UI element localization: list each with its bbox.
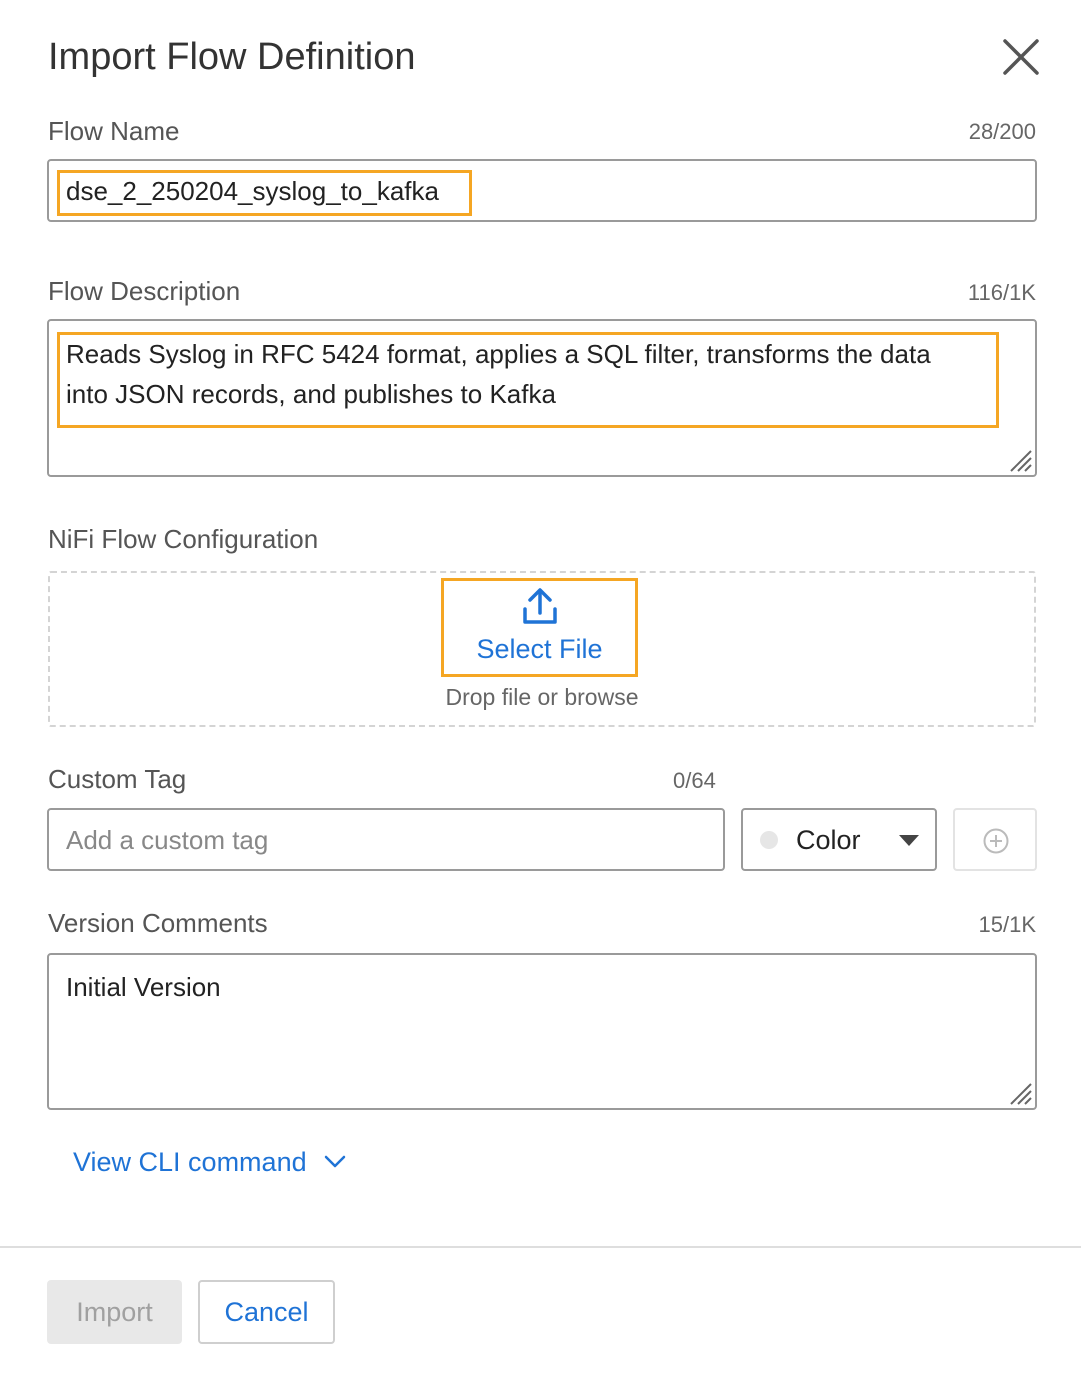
view-cli-command-link[interactable]: View CLI command	[73, 1147, 346, 1178]
custom-tag-label: Custom Tag	[48, 764, 187, 794]
flow-description-label: Flow Description	[48, 276, 241, 306]
tag-color-select[interactable]: Color	[741, 808, 937, 871]
nifi-config-label: NiFi Flow Configuration	[48, 524, 319, 554]
add-circle-icon	[983, 828, 1009, 854]
dropzone-hint: Drop file or browse	[445, 684, 639, 710]
add-tag-button[interactable]	[953, 808, 1037, 871]
view-cli-command-label: View CLI command	[73, 1147, 307, 1177]
import-button[interactable]: Import	[47, 1280, 182, 1344]
flow-name-counter: 28/200	[968, 119, 1036, 144]
flow-description-highlight	[57, 332, 999, 428]
version-comments-field[interactable]: Initial Version	[47, 953, 1037, 1110]
select-file-highlight	[441, 578, 638, 677]
close-button[interactable]	[1000, 36, 1042, 78]
import-flow-dialog: Import Flow Definition Flow Name 28/200 …	[0, 0, 1081, 1375]
dialog-title: Import Flow Definition	[48, 36, 416, 78]
version-comments-value: Initial Version	[66, 972, 221, 1002]
custom-tag-input[interactable]: Add a custom tag	[47, 808, 725, 871]
custom-tag-placeholder: Add a custom tag	[66, 825, 269, 855]
flow-name-label: Flow Name	[48, 116, 180, 146]
custom-tag-counter: 0/64	[673, 768, 716, 793]
resize-grip-icon[interactable]	[1007, 1080, 1033, 1106]
caret-down-icon	[899, 835, 919, 846]
footer-divider	[0, 1246, 1081, 1248]
resize-grip-icon[interactable]	[1007, 447, 1033, 473]
color-swatch	[760, 831, 778, 849]
flow-name-highlight	[57, 170, 472, 216]
version-comments-counter: 15/1K	[978, 912, 1037, 937]
color-select-label: Color	[796, 825, 861, 855]
close-icon	[1003, 39, 1039, 75]
version-comments-label: Version Comments	[48, 908, 268, 938]
cancel-button[interactable]: Cancel	[198, 1280, 335, 1344]
flow-description-counter: 116/1K	[967, 280, 1036, 305]
chevron-down-icon	[324, 1155, 346, 1168]
